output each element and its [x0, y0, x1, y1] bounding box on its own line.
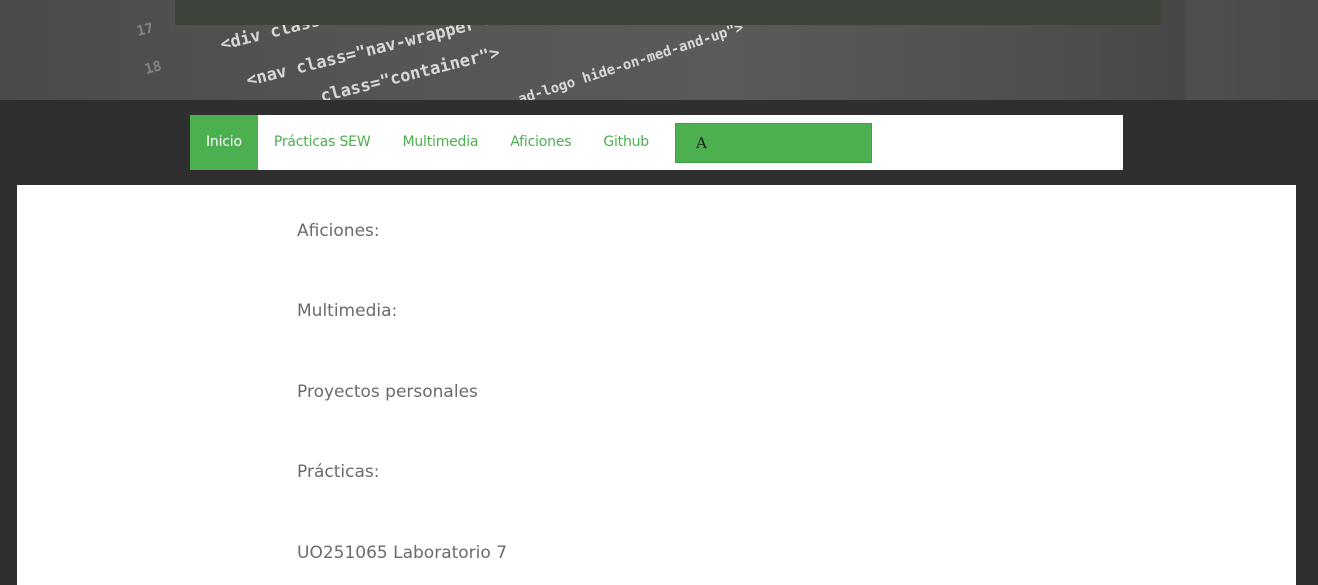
nav-item-aficiones[interactable]: Aficiones — [494, 115, 587, 170]
main-navbar: Inicio Prácticas SEW Multimedia Aficione… — [190, 115, 1123, 170]
search-input[interactable] — [675, 122, 872, 163]
hero-banner: 17 18 <div class="nav"> <nav class="nav-… — [0, 0, 1318, 100]
main-content: Aficiones: Multimedia: Proyectos persona… — [17, 185, 1296, 585]
code-line: ad-logo hide-on-med-and-up"> — [516, 20, 745, 100]
code-line-number: 17 — [135, 20, 155, 40]
nav-item-practicas-sew[interactable]: Prácticas SEW — [258, 115, 387, 170]
section-heading-laboratorio: UO251065 Laboratorio 7 — [297, 543, 508, 563]
hero-header-bar — [175, 0, 1161, 25]
section-heading-aficiones: Aficiones: — [297, 221, 380, 241]
section-heading-multimedia: Multimedia: — [297, 301, 398, 321]
nav-item-multimedia[interactable]: Multimedia — [386, 115, 494, 170]
nav-item-github[interactable]: Github — [587, 115, 665, 170]
nav-item-inicio[interactable]: Inicio — [190, 115, 258, 170]
section-heading-proyectos: Proyectos personales — [297, 382, 478, 402]
code-line-number: 18 — [143, 58, 163, 78]
section-heading-practicas: Prácticas: — [297, 462, 380, 482]
